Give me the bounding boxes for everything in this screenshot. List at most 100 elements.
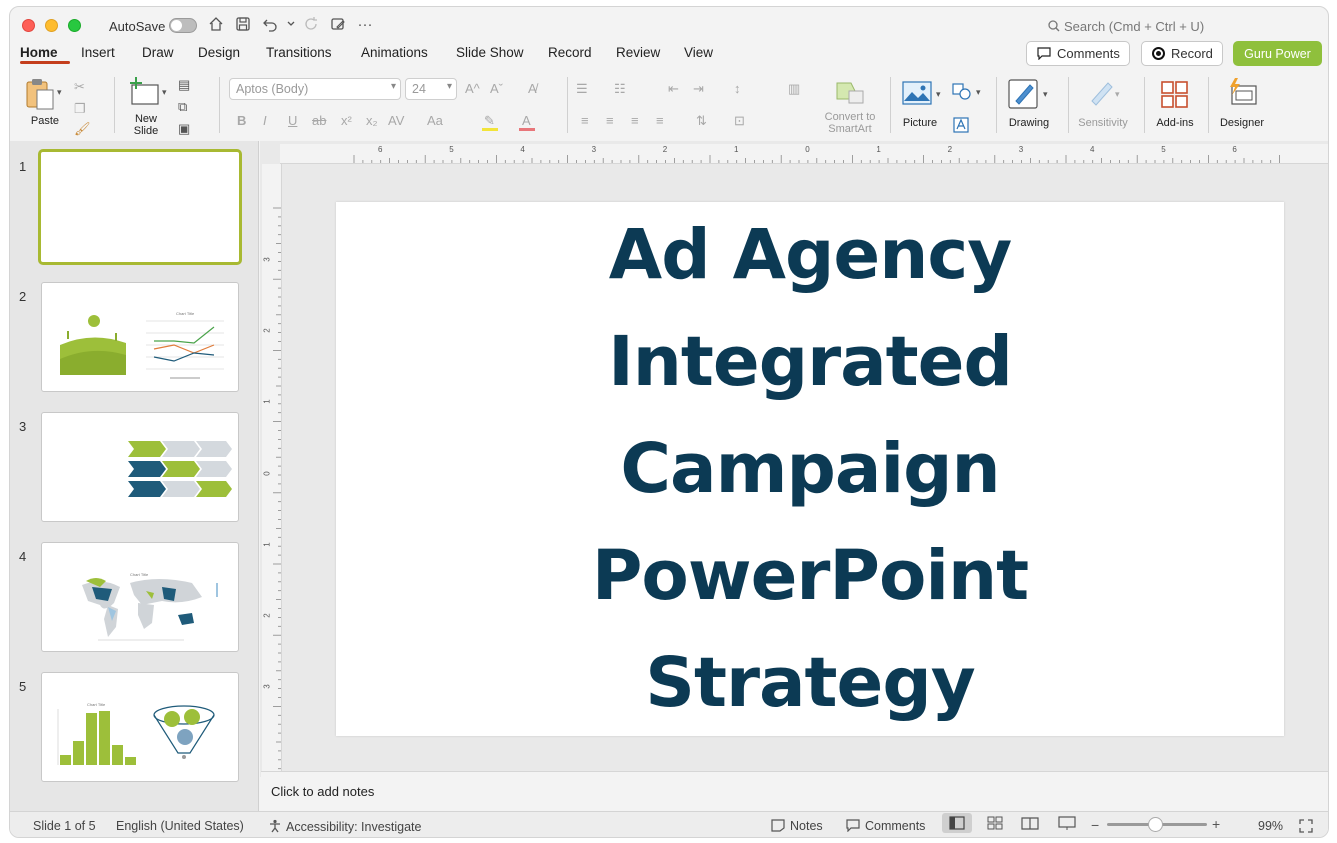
numbering-icon[interactable]: ☷	[614, 81, 626, 97]
normal-view-button[interactable]	[942, 813, 972, 833]
slide-thumbnail-2[interactable]: Chart Title	[41, 282, 239, 392]
justify-icon[interactable]: ≡	[656, 113, 664, 128]
reading-view-button[interactable]	[1015, 813, 1045, 833]
new-slide-dropdown-chevron-icon[interactable]: ▾	[162, 87, 167, 98]
italic-button[interactable]: I	[263, 113, 267, 128]
picture-dropdown-chevron-icon[interactable]: ▾	[936, 89, 941, 100]
zoom-window-button[interactable]	[68, 19, 81, 32]
add-ins-button[interactable]: Add-ins	[1150, 77, 1200, 133]
slide-thumbnail-5[interactable]: Chart Title	[41, 672, 239, 782]
line-spacing-icon[interactable]: ↕	[734, 81, 741, 96]
text-direction-icon[interactable]: ⇅	[696, 113, 707, 129]
tab-review[interactable]: Review	[616, 45, 660, 60]
notes-pane[interactable]: Click to add notes	[261, 771, 1328, 811]
designer-button[interactable]: Designer	[1214, 75, 1270, 133]
section-icon[interactable]: ▣	[178, 121, 190, 137]
font-size-dropdown[interactable]: 24 ▾	[405, 78, 457, 100]
slide-thumbnail-4[interactable]: Chart Title	[41, 542, 239, 652]
font-color-icon[interactable]: A	[519, 113, 535, 131]
undo-dropdown-chevron-icon[interactable]	[282, 16, 300, 34]
picture-button[interactable]: Picture	[898, 77, 946, 133]
new-slide-button[interactable]: New Slide	[124, 75, 168, 137]
bullets-icon[interactable]: ☰	[576, 81, 588, 97]
subscript-button[interactable]: x₂	[366, 113, 378, 128]
tab-insert[interactable]: Insert	[81, 45, 115, 60]
customize-toolbar-icon[interactable]	[329, 16, 347, 34]
zoom-level[interactable]: 99%	[1258, 819, 1283, 833]
slide-show-view-button[interactable]	[1052, 813, 1082, 833]
paste-dropdown-chevron-icon[interactable]: ▾	[57, 87, 62, 98]
ribbon-separator	[1208, 77, 1209, 133]
decrease-indent-icon[interactable]: ⇤	[668, 81, 679, 97]
comments-button[interactable]: Comments	[1026, 41, 1130, 66]
align-left-icon[interactable]: ≡	[581, 113, 589, 128]
slide-sorter-view-button[interactable]	[980, 813, 1010, 833]
accessibility-status[interactable]: Accessibility: Investigate	[268, 819, 421, 834]
underline-button[interactable]: U	[288, 113, 297, 128]
sensitivity-button[interactable]: Sensitivity	[1074, 77, 1132, 133]
font-name-dropdown[interactable]: Aptos (Body) ▾	[229, 78, 401, 100]
undo-icon[interactable]	[261, 16, 279, 34]
language-status[interactable]: English (United States)	[116, 819, 244, 833]
layout-icon[interactable]: ▤	[178, 77, 190, 93]
sensitivity-dropdown-chevron-icon[interactable]: ▾	[1115, 89, 1120, 100]
home-icon[interactable]	[207, 16, 225, 34]
zoom-out-button[interactable]: −	[1091, 817, 1099, 833]
save-icon[interactable]	[234, 16, 252, 34]
notes-toggle-button[interactable]: Notes	[771, 819, 823, 833]
change-case-button[interactable]: Aa	[427, 113, 443, 128]
shapes-dropdown-chevron-icon[interactable]: ▾	[976, 87, 981, 98]
copy-icon[interactable]: ❐	[74, 101, 86, 117]
redo-icon[interactable]	[302, 16, 320, 34]
tab-transitions[interactable]: Transitions	[266, 45, 332, 60]
paste-button[interactable]: Paste	[22, 75, 66, 131]
align-text-icon[interactable]: ⊡	[734, 113, 745, 129]
guru-power-button[interactable]: Guru Power	[1233, 41, 1322, 66]
slide-title-line: Ad Agency Integrated	[608, 214, 1013, 402]
reset-slide-icon[interactable]: ⧉	[178, 99, 187, 115]
slide-thumbnail-1[interactable]	[38, 149, 242, 265]
tab-view[interactable]: View	[684, 45, 713, 60]
highlight-color-icon[interactable]: ✎	[482, 113, 498, 131]
close-window-button[interactable]	[22, 19, 35, 32]
zoom-in-button[interactable]: +	[1212, 816, 1220, 832]
search-box[interactable]: Search (Cmd + Ctrl + U)	[1048, 19, 1204, 34]
columns-icon[interactable]: ▥	[788, 81, 800, 97]
tab-design[interactable]: Design	[198, 45, 240, 60]
tab-animations[interactable]: Animations	[361, 45, 428, 60]
record-button[interactable]: Record	[1141, 41, 1223, 66]
slide-title[interactable]: Ad Agency Integrated Campaign PowerPoint…	[400, 202, 1220, 737]
tab-record[interactable]: Record	[548, 45, 592, 60]
clear-formatting-icon[interactable]: A̸	[528, 81, 537, 96]
minimize-window-button[interactable]	[45, 19, 58, 32]
convert-to-smartart-button[interactable]: Convert to SmartArt	[820, 77, 880, 135]
autosave-toggle[interactable]	[169, 18, 197, 33]
fit-to-window-icon[interactable]	[1299, 819, 1313, 836]
current-slide[interactable]: Ad Agency Integrated Campaign PowerPoint…	[336, 202, 1284, 736]
shapes-icon[interactable]	[952, 83, 972, 101]
slide-thumbnail-panel[interactable]: 1 2 Chart Title 3 4 Chart Title 5 Chart …	[10, 141, 259, 811]
drawing-button[interactable]: Drawing	[1004, 77, 1054, 133]
bold-button[interactable]: B	[237, 113, 246, 128]
align-center-icon[interactable]: ≡	[606, 113, 614, 128]
align-right-icon[interactable]: ≡	[631, 113, 639, 128]
grow-font-icon[interactable]: A^	[465, 81, 480, 96]
tab-slide-show[interactable]: Slide Show	[456, 45, 524, 60]
increase-indent-icon[interactable]: ⇥	[693, 81, 704, 97]
more-options-icon[interactable]: ···	[356, 16, 374, 34]
strikethrough-button[interactable]: ab	[312, 113, 326, 128]
vertical-ruler[interactable]: 3 2 1 0 1 2 3	[262, 164, 282, 777]
drawing-dropdown-chevron-icon[interactable]: ▾	[1043, 89, 1048, 100]
format-painter-icon[interactable]: 🖌	[74, 121, 91, 137]
shrink-font-icon[interactable]: Aˇ	[490, 81, 503, 96]
zoom-slider-handle[interactable]	[1148, 817, 1163, 832]
text-box-icon[interactable]	[953, 117, 969, 133]
character-spacing-button[interactable]: AV	[388, 113, 404, 128]
horizontal-ruler[interactable]: 6 5 4 3 2 1 0 1 2 3 4 5 6	[280, 144, 1328, 164]
comments-toggle-button[interactable]: Comments	[846, 819, 925, 833]
cut-icon[interactable]: ✂	[74, 79, 85, 95]
tab-draw[interactable]: Draw	[142, 45, 174, 60]
tab-home[interactable]: Home	[20, 45, 58, 60]
slide-thumbnail-3[interactable]	[41, 412, 239, 522]
superscript-button[interactable]: x²	[341, 113, 352, 128]
